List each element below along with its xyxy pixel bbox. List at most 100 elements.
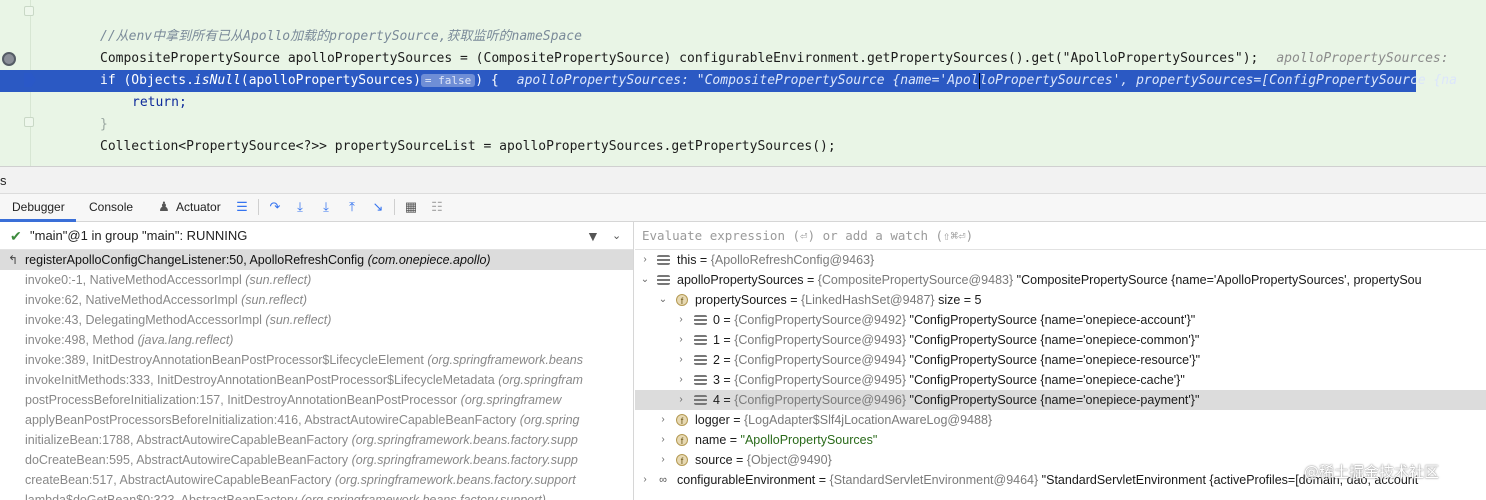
filter-icon[interactable]: ▼ <box>586 222 600 250</box>
frame-package: (org.springframew <box>460 393 562 407</box>
frame-row[interactable]: applyBeanPostProcessorsBeforeInitializat… <box>0 410 633 430</box>
variable-name: this <box>677 253 697 267</box>
code-comment: //从env中拿到所有已从Apollo加载的propertySource,获取监… <box>100 29 582 44</box>
item-index: 3 <box>713 373 720 387</box>
variable-name: configurableEnvironment <box>677 473 816 487</box>
code-editor[interactable]: //从env中拿到所有已从Apollo加载的propertySource,获取监… <box>0 0 1486 166</box>
chevron-down-icon[interactable]: ⌄ <box>612 222 621 250</box>
variable-row-apollo-property-sources[interactable]: ⌄ apolloPropertySources = {CompositeProp… <box>635 270 1486 290</box>
code-line-collection[interactable]: Collection<PropertySource<?>> propertySo… <box>70 136 1486 158</box>
chevron-right-icon[interactable]: › <box>657 450 669 470</box>
variable-row-property-sources[interactable]: ⌄ f propertySources = {LinkedHashSet@948… <box>635 290 1486 310</box>
hint-text: apolloPropertySources: "CompositePropert… <box>516 73 979 88</box>
variable-name: logger <box>695 413 730 427</box>
variable-row-this[interactable]: › this = {ApolloRefreshConfig@9463} <box>635 250 1486 270</box>
chevron-down-icon[interactable]: ⌄ <box>639 270 651 290</box>
code-line-comment[interactable]: //从env中拿到所有已从Apollo加载的propertySource,获取监… <box>70 26 1486 48</box>
frame-row[interactable]: postProcessBeforeInitialization:157, Ini… <box>0 390 633 410</box>
chevron-right-icon[interactable]: › <box>675 310 687 330</box>
frame-row-current[interactable]: ↰ registerApolloConfigChangeListener:50, … <box>0 250 633 270</box>
frame-method: invoke:389, InitDestroyAnnotationBeanPos… <box>25 353 424 367</box>
toolbar-separator <box>258 199 259 215</box>
fold-marker[interactable] <box>24 117 34 127</box>
variable-row-name[interactable]: › f name = "ApolloPropertySources" <box>635 430 1486 450</box>
code-text: CompositePropertySource apolloPropertySo… <box>100 51 1259 66</box>
frame-package: (sun.reflect) <box>245 273 312 287</box>
chevron-right-icon[interactable]: › <box>675 370 687 390</box>
object-icon <box>694 315 707 325</box>
frame-package: (org.springframework.beans <box>427 353 583 367</box>
object-icon <box>657 255 670 265</box>
tool-window-header[interactable]: s <box>0 166 1486 194</box>
frame-method: invoke0:-1, NativeMethodAccessorImpl <box>25 273 242 287</box>
tab-debugger[interactable]: Debugger <box>12 200 65 214</box>
variable-name: name <box>695 433 727 447</box>
variables-panel: Evaluate expression (⏎) or add a watch (… <box>635 222 1486 500</box>
frame-row[interactable]: invoke:498, Method (java.lang.reflect) <box>0 330 633 350</box>
step-over-icon[interactable]: ↷ <box>267 199 283 215</box>
property-source-item[interactable]: › 2 = {ConfigPropertySource@9494} "Config… <box>635 350 1486 370</box>
frame-row[interactable]: doCreateBean:595, AbstractAutowireCapabl… <box>0 450 633 470</box>
tab-actuator[interactable]: Actuator <box>176 200 221 214</box>
chevron-right-icon[interactable]: › <box>675 350 687 370</box>
property-source-item[interactable]: › 0 = {ConfigPropertySource@9492} "Config… <box>635 310 1486 330</box>
chevron-right-icon[interactable]: › <box>657 430 669 450</box>
evaluate-expression-icon[interactable]: ▦ <box>403 199 419 215</box>
property-source-item[interactable]: › 4 = {ConfigPropertySource@9496} "Config… <box>635 390 1486 410</box>
code-line-brace[interactable]: } <box>70 114 1486 136</box>
code-text: ) { <box>475 73 499 88</box>
variable-name: source <box>695 453 733 467</box>
code-line-return[interactable]: return; <box>70 92 1486 114</box>
threads-menu-icon[interactable]: ☰ <box>234 199 250 215</box>
evaluate-expression-input[interactable]: Evaluate expression (⏎) or add a watch (… <box>635 222 1486 250</box>
variable-value: "ConfigPropertySource {name='onepiece-co… <box>909 333 1200 347</box>
variable-name: propertySources <box>695 293 787 307</box>
frame-row[interactable]: invoke0:-1, NativeMethodAccessorImpl (su… <box>0 270 633 290</box>
variable-value: "ConfigPropertySource {name='onepiece-pa… <box>909 393 1200 407</box>
object-icon <box>694 355 707 365</box>
field-icon: f <box>676 434 688 446</box>
current-execution-line[interactable]: if (Objects.isNull(apolloPropertySources… <box>0 70 1457 92</box>
fold-marker[interactable] <box>24 6 34 16</box>
item-index: 1 <box>713 333 720 347</box>
force-step-into-icon[interactable]: ⤓ <box>318 199 334 215</box>
chevron-right-icon[interactable]: › <box>675 330 687 350</box>
frame-row[interactable]: invoke:62, NativeMethodAccessorImpl (sun… <box>0 290 633 310</box>
frame-row[interactable]: initializeBean:1788, AbstractAutowireCap… <box>0 430 633 450</box>
variable-name: apolloPropertySources <box>677 273 804 287</box>
run-to-cursor-icon[interactable]: ↘ <box>370 199 386 215</box>
variable-row-logger[interactable]: › f logger = {LogAdapter$Slf4jLocationAw… <box>635 410 1486 430</box>
object-icon <box>694 395 707 405</box>
debug-breakpoint-icon[interactable] <box>2 52 16 66</box>
frame-method: invoke:62, NativeMethodAccessorImpl <box>25 293 238 307</box>
hint-text: loPropertySources', propertySources=[Con… <box>979 73 1457 88</box>
chevron-right-icon[interactable]: › <box>657 410 669 430</box>
debugger-tab-bar: Debugger Console ♟ Actuator ☰ ↷ ⤓ ⤓ ⤒ ↘ … <box>0 194 1486 222</box>
frame-row[interactable]: invoke:389, InitDestroyAnnotationBeanPos… <box>0 350 633 370</box>
frame-row[interactable]: invoke:43, DelegatingMethodAccessorImpl … <box>0 310 633 330</box>
tool-window-title: s <box>0 173 7 188</box>
frame-row[interactable]: invokeInitMethods:333, InitDestroyAnnota… <box>0 370 633 390</box>
thread-selector[interactable]: ✔ "main"@1 in group "main": RUNNING ▼ ⌄ <box>0 222 633 250</box>
thread-label: "main"@1 in group "main": RUNNING <box>30 228 248 243</box>
frame-package: (sun.reflect) <box>241 293 308 307</box>
variable-ref: {ConfigPropertySource@9494} <box>734 353 907 367</box>
variable-value: "ConfigPropertySource {name='onepiece-ca… <box>909 373 1185 387</box>
step-out-icon[interactable]: ⤒ <box>344 199 360 215</box>
code-line-assignment[interactable]: CompositePropertySource apolloPropertySo… <box>70 48 1486 70</box>
variable-ref: {ApolloRefreshConfig@9463} <box>710 253 875 267</box>
property-source-item[interactable]: › 3 = {ConfigPropertySource@9495} "Config… <box>635 370 1486 390</box>
frame-row[interactable]: createBean:517, AbstractAutowireCapableB… <box>0 470 633 490</box>
variable-value: "ConfigPropertySource {name='onepiece-ac… <box>909 313 1196 327</box>
trace-icon[interactable]: ☷ <box>429 199 445 215</box>
chevron-down-icon[interactable]: ⌄ <box>657 290 669 310</box>
tab-console[interactable]: Console <box>89 200 133 214</box>
chevron-right-icon[interactable]: › <box>639 250 651 270</box>
chevron-right-icon[interactable]: › <box>639 470 651 490</box>
chevron-right-icon[interactable]: › <box>675 390 687 410</box>
frame-row[interactable]: lambda$doGetBean$0:323, AbstractBeanFact… <box>0 490 633 500</box>
property-source-item[interactable]: › 1 = {ConfigPropertySource@9493} "Config… <box>635 330 1486 350</box>
frame-package: (org.spring <box>519 413 580 427</box>
frame-package: (org.springframework.beans.factory.suppo… <box>300 493 546 500</box>
step-into-icon[interactable]: ⤓ <box>292 199 308 215</box>
